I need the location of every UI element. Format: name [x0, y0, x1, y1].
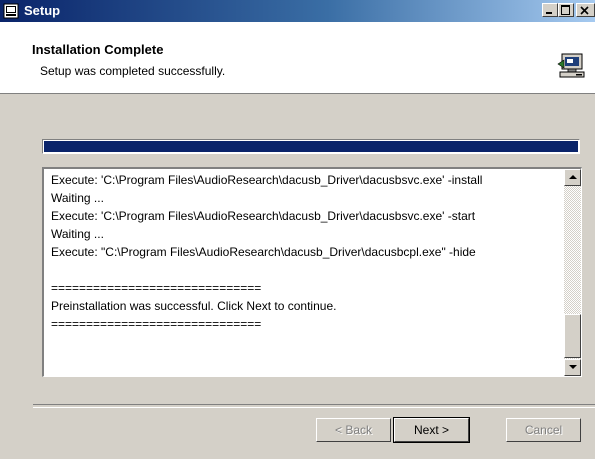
footer-divider — [33, 404, 595, 408]
progress-bar — [42, 139, 580, 154]
log-line: Waiting ... — [51, 227, 104, 241]
arrow-down-icon — [569, 365, 577, 369]
setup-window: Setup Installation Complete Setup was co… — [0, 0, 595, 459]
maximize-button[interactable] — [558, 3, 574, 17]
header-panel: Installation Complete Setup was complete… — [0, 22, 595, 94]
log-line: Execute: "C:\Program Files\AudioResearch… — [51, 245, 476, 259]
close-icon — [580, 6, 589, 15]
page-title: Installation Complete — [32, 42, 164, 57]
minimize-button[interactable] — [542, 3, 558, 17]
log-line: Execute: 'C:\Program Files\AudioResearch… — [51, 173, 483, 187]
scroll-thumb[interactable] — [564, 314, 581, 358]
log-line: ============================== — [51, 317, 262, 331]
log-scrollbar[interactable] — [564, 169, 581, 376]
close-button[interactable] — [576, 3, 595, 17]
progress-fill — [44, 141, 578, 152]
arrow-up-icon — [569, 175, 577, 179]
log-line: ============================== — [51, 281, 262, 295]
setup-app-icon — [3, 3, 19, 19]
title-bar[interactable]: Setup — [0, 0, 595, 22]
window-title: Setup — [24, 3, 61, 18]
scroll-up-button[interactable] — [564, 169, 581, 186]
install-log-list[interactable]: Execute: 'C:\Program Files\AudioResearch… — [42, 167, 582, 377]
log-line: Waiting ... — [51, 191, 104, 205]
log-line: Preinstallation was successful. Click Ne… — [51, 299, 337, 313]
cancel-button[interactable]: Cancel — [506, 418, 581, 442]
log-line: Execute: 'C:\Program Files\AudioResearch… — [51, 209, 476, 223]
log-lines: Execute: 'C:\Program Files\AudioResearch… — [51, 171, 559, 333]
computer-installer-icon — [557, 53, 585, 78]
next-button[interactable]: Next > — [393, 417, 470, 443]
scroll-down-button[interactable] — [564, 359, 581, 376]
page-subtitle: Setup was completed successfully. — [40, 64, 226, 78]
back-button[interactable]: < Back — [316, 418, 391, 442]
